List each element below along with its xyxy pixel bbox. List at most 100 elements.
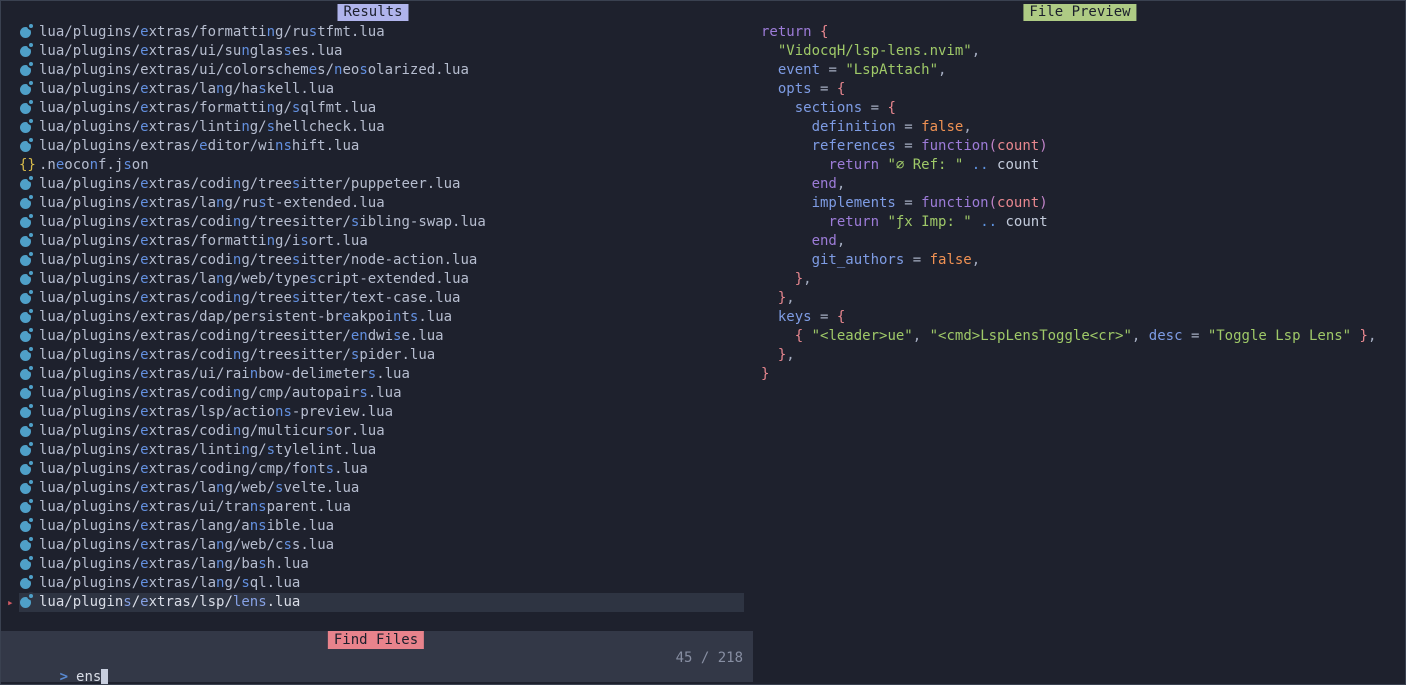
result-row[interactable]: lua/plugins/extras/coding/treesitter/nod… [19, 251, 744, 270]
results-panel: Results lua/plugins/extras/formatting/ru… [1, 1, 753, 621]
file-path: lua/plugins/extras/formatting/rustfmt.lu… [39, 23, 385, 42]
file-path: lua/plugins/extras/coding/treesitter/tex… [39, 289, 461, 308]
lua-file-icon [19, 327, 39, 346]
lua-file-icon [19, 384, 39, 403]
file-path: lua/plugins/extras/lsp/actions-preview.l… [39, 403, 393, 422]
code-line: { "<leader>ue", "<cmd>LspLensToggle<cr>"… [761, 327, 1376, 346]
file-path: lua/plugins/extras/linting/shellcheck.lu… [39, 118, 385, 137]
result-row[interactable]: lua/plugins/extras/ui/transparent.lua [19, 498, 744, 517]
file-path: lua/plugins/extras/editor/winshift.lua [39, 137, 359, 156]
result-row[interactable]: lua/plugins/extras/linting/shellcheck.lu… [19, 118, 744, 137]
code-line: end, [761, 175, 1376, 194]
code-line: return { [761, 23, 1376, 42]
lua-file-icon [19, 289, 39, 308]
result-row[interactable]: lua/plugins/extras/formatting/isort.lua [19, 232, 744, 251]
result-row[interactable]: lua/plugins/extras/ui/rainbow-delimeters… [19, 365, 744, 384]
prompt-window[interactable]: Find Files >ens 45 / 218 [1, 631, 753, 682]
code-line: implements = function(count) [761, 194, 1376, 213]
prompt-title: Find Files [328, 631, 424, 649]
result-row[interactable]: lua/plugins/extras/coding/cmp/fonts.lua [19, 460, 744, 479]
lua-file-icon [19, 517, 39, 536]
prompt-chevron-icon: > [60, 669, 68, 685]
file-path: lua/plugins/extras/lang/haskell.lua [39, 80, 334, 99]
lua-file-icon [19, 232, 39, 251]
lua-file-icon [19, 61, 39, 80]
fuzzy-finder-window: Results lua/plugins/extras/formatting/ru… [0, 0, 1406, 685]
file-path: lua/plugins/extras/coding/treesitter/nod… [39, 251, 477, 270]
code-line: }, [761, 270, 1376, 289]
result-row[interactable]: lua/plugins/extras/linting/stylelint.lua [19, 441, 744, 460]
result-row[interactable]: lua/plugins/extras/coding/multicursor.lu… [19, 422, 744, 441]
result-row[interactable]: lua/plugins/extras/editor/winshift.lua [19, 137, 744, 156]
selection-arrow-icon: ▸ [7, 593, 19, 612]
json-file-icon: {} [19, 156, 39, 175]
result-row[interactable]: lua/plugins/extras/coding/treesitter/tex… [19, 289, 744, 308]
result-row[interactable]: lua/plugins/extras/lang/ansible.lua [19, 517, 744, 536]
code-line: event = "LspAttach", [761, 61, 1376, 80]
file-preview-title: File Preview [1023, 4, 1136, 21]
result-row[interactable]: lua/plugins/extras/formatting/rustfmt.lu… [19, 23, 744, 42]
result-row[interactable]: lua/plugins/extras/ui/colorschemes/neoso… [19, 61, 744, 80]
code-line: return "∅ Ref: " .. count [761, 156, 1376, 175]
lua-file-icon [19, 593, 39, 612]
lua-file-icon [19, 175, 39, 194]
code-line: } [761, 365, 1376, 384]
search-input[interactable]: ens [76, 669, 101, 685]
result-row[interactable]: lua/plugins/extras/coding/cmp/autopairs.… [19, 384, 744, 403]
result-row[interactable]: {}.neoconf.json [19, 156, 744, 175]
code-line: sections = { [761, 99, 1376, 118]
file-path: lua/plugins/extras/formatting/isort.lua [39, 232, 368, 251]
result-row[interactable]: lua/plugins/extras/lang/sql.lua [19, 574, 744, 593]
lua-file-icon [19, 346, 39, 365]
lua-file-icon [19, 498, 39, 517]
lua-file-icon [19, 574, 39, 593]
lua-file-icon [19, 270, 39, 289]
code-line: end, [761, 232, 1376, 251]
preview-code: return { "VidocqH/lsp-lens.nvim", event … [761, 23, 1376, 384]
file-path: lua/plugins/extras/coding/cmp/fonts.lua [39, 460, 368, 479]
code-line: }, [761, 346, 1376, 365]
lua-file-icon [19, 479, 39, 498]
result-row[interactable]: ▸lua/plugins/extras/lsp/lens.lua [19, 593, 744, 612]
file-path: lua/plugins/extras/ui/transparent.lua [39, 498, 351, 517]
code-line: git_authors = false, [761, 251, 1376, 270]
result-row[interactable]: lua/plugins/extras/lang/haskell.lua [19, 80, 744, 99]
lua-file-icon [19, 308, 39, 327]
file-path: lua/plugins/extras/coding/multicursor.lu… [39, 422, 385, 441]
file-path: lua/plugins/extras/formatting/sqlfmt.lua [39, 99, 376, 118]
result-row[interactable]: lua/plugins/extras/lang/web/svelte.lua [19, 479, 744, 498]
file-path: lua/plugins/extras/coding/cmp/autopairs.… [39, 384, 402, 403]
file-path: lua/plugins/extras/ui/rainbow-delimeters… [39, 365, 410, 384]
result-row[interactable]: lua/plugins/extras/lang/web/typescript-e… [19, 270, 744, 289]
result-row[interactable]: lua/plugins/extras/lang/web/css.lua [19, 536, 744, 555]
lua-file-icon [19, 42, 39, 61]
lua-file-icon [19, 403, 39, 422]
lua-file-icon [19, 251, 39, 270]
file-path: lua/plugins/extras/lang/bash.lua [39, 555, 309, 574]
result-row[interactable]: lua/plugins/extras/coding/treesitter/spi… [19, 346, 744, 365]
result-row[interactable]: lua/plugins/extras/coding/treesitter/end… [19, 327, 744, 346]
result-row[interactable]: lua/plugins/extras/ui/sunglasses.lua [19, 42, 744, 61]
lua-file-icon [19, 80, 39, 99]
file-path: lua/plugins/extras/lsp/lens.lua [39, 593, 300, 612]
lua-file-icon [19, 213, 39, 232]
file-preview-panel: File Preview return { "VidocqH/lsp-lens.… [753, 1, 1406, 621]
result-row[interactable]: lua/plugins/extras/dap/persistent-breakp… [19, 308, 744, 327]
file-path: lua/plugins/extras/coding/treesitter/end… [39, 327, 444, 346]
result-row[interactable]: lua/plugins/extras/coding/treesitter/sib… [19, 213, 744, 232]
result-row[interactable]: lua/plugins/extras/lsp/actions-preview.l… [19, 403, 744, 422]
result-row[interactable]: lua/plugins/extras/lang/rust-extended.lu… [19, 194, 744, 213]
code-line: "VidocqH/lsp-lens.nvim", [761, 42, 1376, 61]
result-row[interactable]: lua/plugins/extras/lang/bash.lua [19, 555, 744, 574]
file-path: lua/plugins/extras/ui/colorschemes/neoso… [39, 61, 469, 80]
results-list[interactable]: lua/plugins/extras/formatting/rustfmt.lu… [1, 23, 753, 612]
result-row[interactable]: lua/plugins/extras/formatting/sqlfmt.lua [19, 99, 744, 118]
prompt-line[interactable]: >ens [9, 649, 108, 668]
lua-file-icon [19, 555, 39, 574]
file-path: lua/plugins/extras/lang/rust-extended.lu… [39, 194, 385, 213]
lua-file-icon [19, 23, 39, 42]
file-path: lua/plugins/extras/coding/treesitter/spi… [39, 346, 435, 365]
file-path: lua/plugins/extras/coding/treesitter/pup… [39, 175, 461, 194]
result-row[interactable]: lua/plugins/extras/coding/treesitter/pup… [19, 175, 744, 194]
code-line: definition = false, [761, 118, 1376, 137]
